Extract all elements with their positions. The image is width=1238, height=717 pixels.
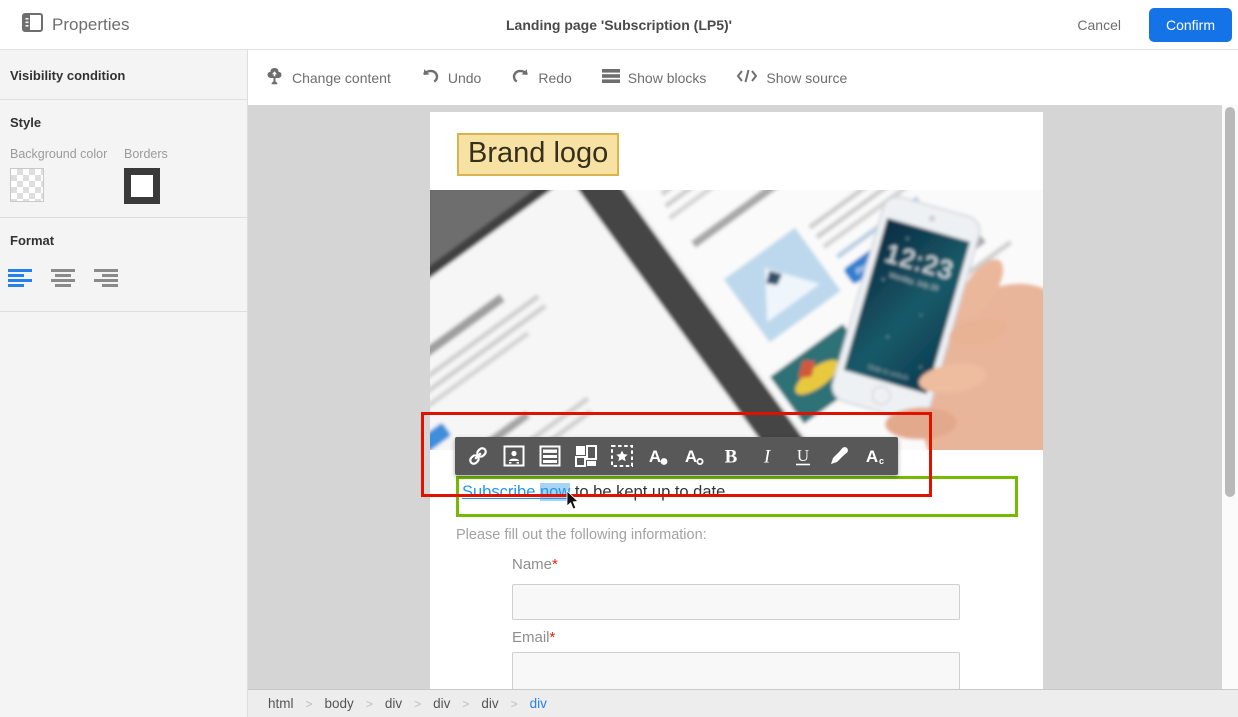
redo-icon	[511, 67, 530, 88]
font-highlight-icon[interactable]: A	[681, 443, 707, 469]
dom-breadcrumb: html > body > div > div > div > div	[248, 689, 1238, 717]
brand-logo-block[interactable]: Brand logo	[457, 133, 620, 176]
breadcrumb-item-div-2[interactable]: div	[433, 696, 450, 711]
italic-icon[interactable]: I	[754, 443, 780, 469]
change-content-tree-icon	[265, 67, 284, 89]
breadcrumb-separator: >	[462, 696, 470, 711]
properties-label: Properties	[52, 15, 130, 34]
editor-toolbar: Change content Undo Redo Show blocks Sho…	[248, 50, 1238, 105]
rich-text-toolbar: A A B I U Ac	[455, 437, 898, 475]
personalization-block-icon[interactable]	[501, 443, 527, 469]
svg-text:A: A	[685, 447, 697, 466]
underline-icon[interactable]: U	[790, 443, 816, 469]
bold-icon[interactable]: B	[718, 443, 744, 469]
breadcrumb-separator: >	[365, 696, 373, 711]
svg-text:c: c	[879, 456, 884, 466]
font-color-icon[interactable]: A	[645, 443, 671, 469]
landing-page-editor: Properties Landing page 'Subscription (L…	[0, 0, 1238, 717]
dynamic-content-icon[interactable]	[609, 443, 635, 469]
form-intro-text: Please fill out the following informatio…	[456, 527, 707, 543]
change-content-button[interactable]: Change content	[265, 67, 391, 89]
svg-text:I: I	[762, 447, 771, 468]
side-panel-icon	[22, 13, 43, 37]
svg-text:B: B	[724, 447, 737, 468]
show-source-button[interactable]: Show source	[736, 68, 847, 87]
text-style-icon[interactable]: Ac	[862, 443, 888, 469]
align-center-icon[interactable]	[50, 268, 76, 288]
style-heading: Style	[10, 115, 42, 130]
required-asterisk: *	[552, 556, 558, 573]
svg-text:A: A	[866, 447, 878, 466]
undo-icon	[421, 67, 440, 88]
email-label: Email*	[512, 629, 556, 646]
link-icon[interactable]	[465, 443, 491, 469]
divider	[0, 99, 247, 100]
canvas-scrollbar	[1222, 105, 1238, 689]
breadcrumb-item-div-selected[interactable]: div	[530, 696, 547, 711]
landing-page-preview: Brand logo 12:23 Monday, July 29 Slide t…	[430, 112, 1043, 689]
breadcrumb-separator: >	[510, 696, 518, 711]
breadcrumb-item-div-1[interactable]: div	[385, 696, 402, 711]
format-heading: Format	[10, 233, 55, 248]
breadcrumb-item-div-3[interactable]: div	[481, 696, 498, 711]
selected-text: now	[539, 483, 571, 501]
breadcrumb-separator: >	[414, 696, 422, 711]
background-color-label: Background color	[10, 147, 108, 161]
confirm-button[interactable]: Confirm	[1149, 8, 1232, 42]
svg-text:U: U	[797, 446, 809, 465]
name-input[interactable]	[512, 584, 960, 620]
editor-canvas: Brand logo 12:23 Monday, July 29 Slide t…	[248, 105, 1238, 689]
page-title: Landing page 'Subscription (LP5)'	[506, 17, 732, 33]
breadcrumb-item-body[interactable]: body	[325, 696, 354, 711]
required-asterisk: *	[549, 629, 556, 646]
divider	[0, 217, 247, 218]
visibility-condition-heading: Visibility condition	[10, 68, 126, 83]
background-color-swatch[interactable]	[10, 168, 44, 202]
alignment-buttons	[8, 268, 118, 288]
hero-image[interactable]: Read more	[430, 190, 1043, 450]
name-label: Name*	[512, 556, 558, 573]
properties-toggle[interactable]: Properties	[22, 12, 129, 38]
show-blocks-button[interactable]: Show blocks	[601, 68, 706, 87]
properties-sidebar: Visibility condition Style Background co…	[0, 50, 248, 717]
email-input[interactable]	[512, 652, 960, 689]
cancel-button[interactable]: Cancel	[1077, 0, 1121, 50]
layout-rows-icon[interactable]	[537, 443, 563, 469]
borders-label: Borders	[124, 147, 168, 161]
show-source-icon	[736, 68, 758, 87]
align-left-icon[interactable]	[8, 268, 34, 288]
subscribe-line: Subscribe now to be kept up to date	[462, 483, 726, 501]
eyedropper-icon[interactable]	[826, 443, 852, 469]
header-bar: Properties Landing page 'Subscription (L…	[0, 0, 1238, 50]
borders-swatch[interactable]	[124, 168, 160, 204]
breadcrumb-item-html[interactable]: html	[268, 696, 294, 711]
layout-grid-icon[interactable]	[573, 443, 599, 469]
svg-text:A: A	[649, 447, 661, 466]
editable-text-block[interactable]: Subscribe now to be kept up to date	[456, 476, 1018, 517]
breadcrumb-separator: >	[305, 696, 313, 711]
undo-button[interactable]: Undo	[421, 67, 481, 88]
align-right-icon[interactable]	[92, 268, 118, 288]
show-blocks-icon	[601, 68, 620, 87]
scrollbar-thumb[interactable]	[1225, 107, 1235, 497]
redo-button[interactable]: Redo	[511, 67, 572, 88]
divider	[0, 311, 247, 312]
subscribe-link[interactable]: Subscribe now	[462, 483, 571, 501]
